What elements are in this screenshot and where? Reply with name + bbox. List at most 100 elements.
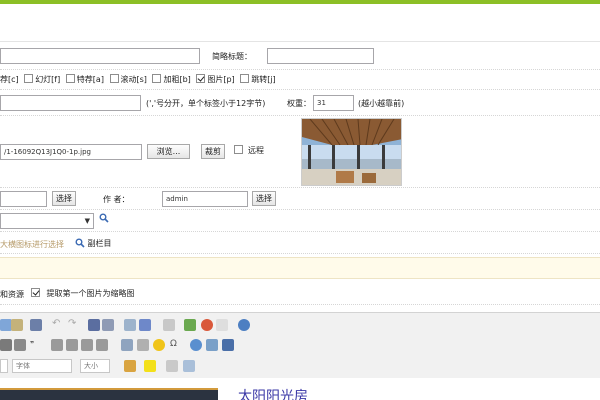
align-right-icon[interactable] <box>81 339 93 351</box>
flag-label: 特荐[a] <box>76 75 104 84</box>
tags-input[interactable] <box>0 95 141 111</box>
link-icon[interactable] <box>238 319 250 331</box>
blockquote-icon[interactable]: ❞ <box>30 340 34 348</box>
content-heading: 太阳阳光房 <box>238 389 308 400</box>
column-row: ▼ <box>0 210 600 232</box>
notice-bar <box>0 257 600 279</box>
subcolumn-row: 大横图标进行选择 副栏目 <box>0 232 600 254</box>
flags-row: 荐[c] 幻灯[f] 特荐[a] 滚动[s] 加粗[b] 图片[p] 跳转[j] <box>0 70 600 90</box>
flag-recommend[interactable]: 荐[c] <box>0 75 19 84</box>
remote-label: 远程 <box>248 146 264 155</box>
weight-label: 权重： <box>287 99 311 108</box>
source-author-row: 选择 作 者： admin 选择 <box>0 188 600 210</box>
options-row: 和资源 提取第一个图片为缩略图 <box>0 283 600 305</box>
remote-option[interactable]: 远程 <box>231 145 264 156</box>
preview-icon[interactable] <box>163 319 175 331</box>
flag-label: 加粗[b] <box>163 75 191 84</box>
browse-button[interactable]: 浏览... <box>147 144 190 159</box>
flag-featured[interactable]: 特荐[a] <box>63 74 104 84</box>
title-input[interactable] <box>0 48 200 64</box>
align-justify-icon[interactable] <box>96 339 108 351</box>
flag-jump[interactable]: 跳转[j] <box>237 74 276 84</box>
font-select[interactable]: 字体 <box>12 359 72 373</box>
remove-format-icon[interactable] <box>139 319 151 331</box>
flag-label: 跳转[j] <box>251 75 276 84</box>
toolbar-row-3: 字体 大小 <box>0 356 600 376</box>
tags-row: (','号分开，单个标签小于12字节) 权重： 31 (越小越靠前) <box>0 90 600 116</box>
editor-toolbar: ↶ ↷ ❞ Ω 字体 大小 <box>0 312 600 378</box>
highlight-color-icon[interactable] <box>144 360 156 372</box>
content-image <box>0 388 218 400</box>
header-strip <box>0 4 600 42</box>
flag-checkbox[interactable] <box>65 74 75 83</box>
flag-bold[interactable]: 加粗[b] <box>149 74 191 84</box>
undo-icon[interactable]: ↶ <box>52 318 60 329</box>
text-color-icon[interactable] <box>124 360 136 372</box>
table-icon[interactable] <box>121 339 133 351</box>
search-icon[interactable] <box>99 213 109 225</box>
weight-hint: (越小越靠前) <box>358 99 405 108</box>
flag-picture[interactable]: 图片[p] <box>193 74 235 84</box>
print-icon[interactable] <box>30 319 42 331</box>
special-char-icon[interactable]: Ω <box>170 339 177 349</box>
toolbar-row-2: ❞ Ω <box>0 336 600 356</box>
flash-icon[interactable] <box>201 319 213 331</box>
format-select[interactable] <box>0 359 8 373</box>
flag-checkbox-checked[interactable] <box>196 74 206 83</box>
extract-thumbnail-checkbox[interactable] <box>31 288 40 297</box>
short-title-input[interactable] <box>267 48 374 64</box>
thumbnail-path-input[interactable]: /1-16092Q13J1Q0-1p.jpg <box>0 144 142 160</box>
extract-thumbnail-label: 提取第一个图片为缩略图 <box>46 289 135 298</box>
short-title-label: 简略标题： <box>212 52 252 61</box>
iframe-icon[interactable] <box>206 339 218 351</box>
replace-icon[interactable] <box>102 319 114 331</box>
anchor-icon[interactable] <box>190 339 202 351</box>
flag-slide[interactable]: 幻灯[f] <box>21 74 61 84</box>
outdent-icon[interactable] <box>14 339 26 351</box>
weight-input[interactable]: 31 <box>313 95 354 111</box>
flag-list: 荐[c] 幻灯[f] 特荐[a] 滚动[s] 加粗[b] 图片[p] 跳转[j] <box>0 74 276 85</box>
remote-checkbox[interactable] <box>234 145 243 154</box>
crop-button[interactable]: 裁剪 <box>201 144 225 159</box>
code-icon[interactable] <box>166 360 178 372</box>
flag-checkbox[interactable] <box>24 74 34 83</box>
extract-thumbnail-option[interactable]: 提取第一个图片为缩略图 <box>28 288 135 299</box>
dropdown-arrow-icon: ▼ <box>84 217 90 225</box>
flag-label: 幻灯[f] <box>35 75 61 84</box>
flag-icon[interactable] <box>222 339 234 351</box>
templates-icon[interactable] <box>11 319 23 331</box>
thumbnail-preview-image <box>301 118 402 186</box>
thumbnail-row: /1-16092Q13J1Q0-1p.jpg 浏览... 裁剪 远程 <box>0 116 600 188</box>
horizontal-rule-icon[interactable] <box>137 339 149 351</box>
title-row: 简略标题： <box>0 42 600 70</box>
flag-checkbox[interactable] <box>240 74 250 83</box>
subcolumn-link[interactable]: 副栏目 <box>75 238 112 249</box>
flag-label: 荐[c] <box>0 75 19 84</box>
size-select[interactable]: 大小 <box>80 359 110 373</box>
source-select-button[interactable]: 选择 <box>52 191 76 206</box>
select-all-icon[interactable] <box>124 319 136 331</box>
author-select-button[interactable]: 选择 <box>252 191 276 206</box>
tags-hint: (','号分开，单个标签小于12字节) <box>146 99 266 108</box>
align-left-icon[interactable] <box>51 339 63 351</box>
fullscreen-icon[interactable] <box>183 360 195 372</box>
image-icon[interactable] <box>184 319 196 331</box>
flag-label: 滚动[s] <box>120 75 147 84</box>
column-select[interactable]: ▼ <box>0 213 94 229</box>
flag-checkbox[interactable] <box>109 74 119 83</box>
author-input[interactable]: admin <box>162 191 248 207</box>
align-center-icon[interactable] <box>66 339 78 351</box>
resource-option-label: 和资源 <box>0 290 24 299</box>
flag-checkbox[interactable] <box>152 74 162 83</box>
media-icon[interactable] <box>216 319 228 331</box>
redo-icon[interactable]: ↷ <box>68 318 76 329</box>
smiley-icon[interactable] <box>153 339 165 351</box>
find-icon[interactable] <box>88 319 100 331</box>
flag-scroll[interactable]: 滚动[s] <box>107 74 147 84</box>
subcolumn-hint: 大横图标进行选择 <box>0 240 64 249</box>
flag-label: 图片[p] <box>207 75 235 84</box>
source-input[interactable] <box>0 191 47 207</box>
indent-icon[interactable] <box>0 339 12 351</box>
editor-content-area[interactable]: 太阳阳光房 <box>0 380 600 400</box>
author-label: 作 者： <box>103 195 130 204</box>
